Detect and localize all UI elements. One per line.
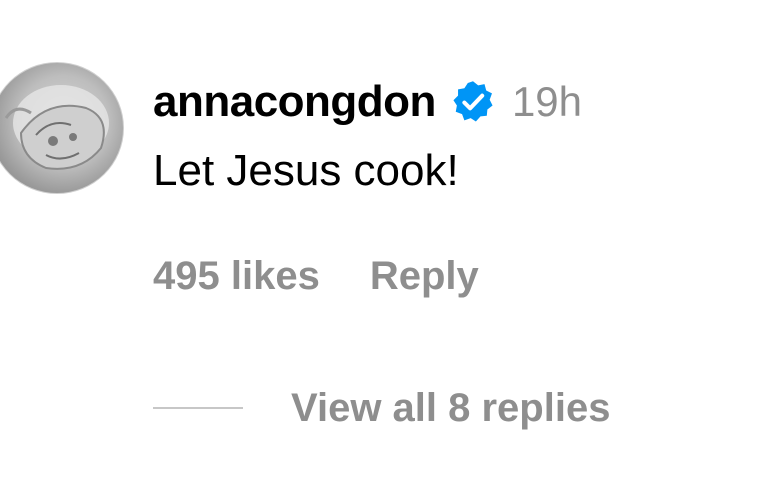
- username-link[interactable]: annacongdon: [153, 77, 436, 127]
- comment-timestamp[interactable]: 19h: [512, 78, 582, 126]
- verified-badge-icon: [450, 79, 496, 125]
- view-replies-label: View all 8 replies: [291, 385, 611, 430]
- likes-count[interactable]: 495 likes: [153, 254, 320, 299]
- view-replies-button[interactable]: View all 8 replies: [153, 380, 610, 436]
- reply-button[interactable]: Reply: [370, 254, 479, 299]
- comment-actions: 495 likes Reply: [153, 248, 479, 304]
- comment-text: Let Jesus cook!: [153, 146, 459, 195]
- comment-header: annacongdon 19h: [153, 72, 582, 132]
- replies-divider: [153, 407, 243, 409]
- comment-item: annacongdon 19h Let Jesus cook! 495 like…: [0, 0, 768, 495]
- avatar[interactable]: [0, 62, 124, 194]
- avatar-image: [4, 85, 109, 170]
